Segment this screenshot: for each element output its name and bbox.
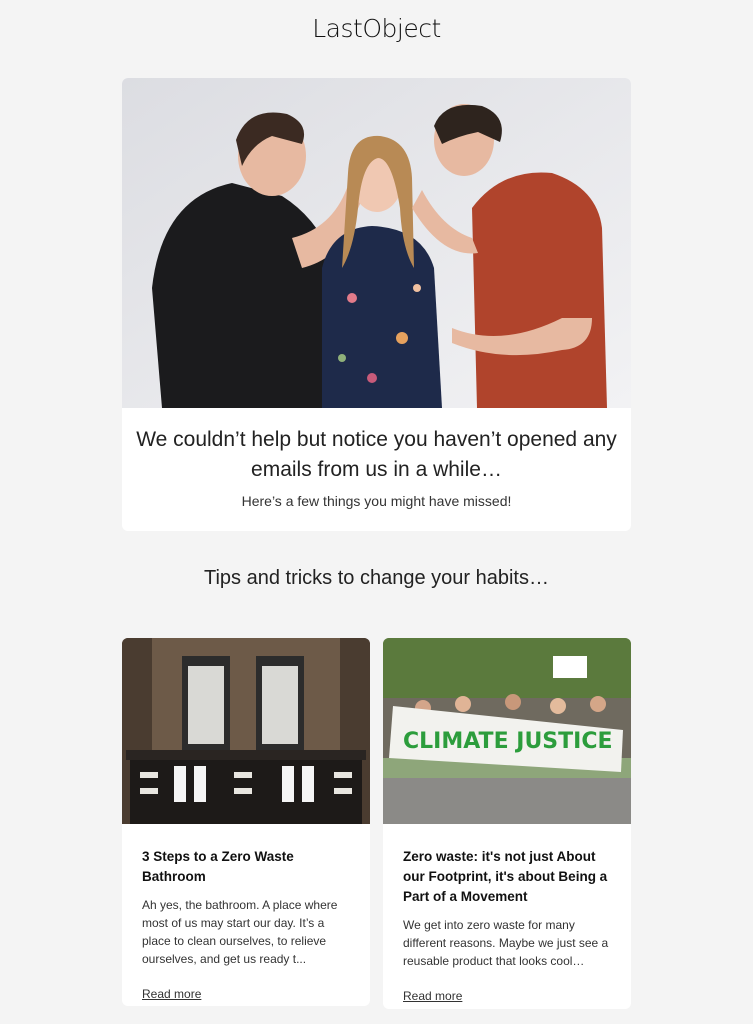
article-card[interactable]: CLIMATE JUSTICE Zero waste: it's not jus… xyxy=(383,638,631,1009)
hero-headline: We couldn’t help but notice you haven’t … xyxy=(136,428,617,481)
article-title[interactable]: Zero waste: it's not just About our Foot… xyxy=(403,847,611,907)
article-image-protest[interactable]: CLIMATE JUSTICE xyxy=(383,638,631,824)
banner-text-climate: CLIMATE JUSTICE xyxy=(403,729,613,754)
article-excerpt: Ah yes, the bathroom. A place where most… xyxy=(142,898,338,966)
read-more-link[interactable]: Read more xyxy=(142,987,201,1001)
article-excerpt: We get into zero waste for many differen… xyxy=(403,918,609,968)
brand-logo[interactable]: LastObject xyxy=(0,14,753,43)
hero-image xyxy=(122,78,631,408)
article-image-bathroom[interactable] xyxy=(122,638,370,824)
article-card[interactable]: 3 Steps to a Zero Waste Bathroom Ah yes,… xyxy=(122,638,370,1006)
read-more-link[interactable]: Read more xyxy=(403,989,462,1003)
article-title[interactable]: 3 Steps to a Zero Waste Bathroom xyxy=(142,847,350,887)
hero-card: We couldn’t help but notice you haven’t … xyxy=(122,78,631,531)
hero-subheadline: Here’s a few things you might have misse… xyxy=(241,493,512,509)
section-title: Tips and tricks to change your habits… xyxy=(204,567,549,589)
